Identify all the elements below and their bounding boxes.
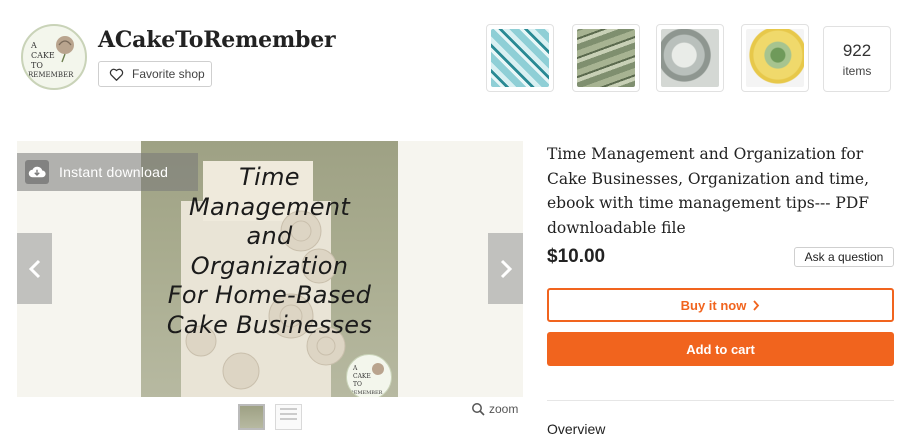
add-to-cart-button[interactable]: Add to cart: [547, 332, 894, 366]
favorite-shop-label: Favorite shop: [132, 67, 205, 81]
badge-text-to: TO: [353, 381, 362, 388]
cover-line-6: Cake Businesses: [166, 310, 373, 339]
badge-text-remember: REMEMBER: [350, 390, 383, 396]
items-count-number: 922: [842, 41, 872, 60]
overview-section-toggle[interactable]: Overview: [547, 421, 605, 437]
cloud-download-icon: [25, 160, 49, 184]
cover-line-3: and: [246, 222, 293, 250]
listing-price: $10.00: [547, 246, 606, 267]
featured-item-thumb-3[interactable]: [656, 24, 724, 92]
gallery-thumb-1[interactable]: [238, 404, 265, 430]
chevron-right-icon: [500, 259, 512, 278]
money-print-thumbnail: [577, 29, 635, 87]
buy-it-now-label: Buy it now: [680, 297, 747, 313]
chevron-left-icon: [28, 259, 40, 278]
logo-text-cake: CAKE: [31, 51, 55, 60]
cover-shop-badge: A CAKE TO REMEMBER: [346, 354, 392, 397]
cover-line-4: Organization: [190, 251, 349, 280]
featured-item-thumb-1[interactable]: [486, 24, 554, 92]
logo-text-a: A: [30, 41, 37, 50]
shop-logo[interactable]: A CAKE TO REMEMBER: [21, 24, 87, 90]
logo-text-to: TO: [31, 61, 43, 70]
featured-item-thumb-2[interactable]: [572, 24, 640, 92]
previous-image-button[interactable]: [17, 233, 52, 304]
zoom-button[interactable]: zoom: [471, 402, 518, 416]
listing-image-gallery[interactable]: Time Management and Organization For Hom…: [17, 141, 523, 397]
items-count-label: items: [842, 64, 872, 78]
gallery-thumbnails: [238, 404, 302, 430]
next-image-button[interactable]: [488, 233, 523, 304]
badge-text-cake: CAKE: [353, 373, 371, 380]
crystal-decoration-thumbnail: [661, 29, 719, 87]
ask-question-button[interactable]: Ask a question: [794, 247, 894, 267]
listing-title: Time Management and Organization for Cak…: [547, 145, 870, 237]
chevron-right-icon: [753, 299, 760, 311]
zoom-label: zoom: [489, 402, 519, 416]
section-divider: [547, 400, 894, 401]
cover-line-2: Management: [188, 192, 351, 221]
buy-it-now-button[interactable]: Buy it now: [547, 288, 894, 322]
butterfly-decoration-thumbnail: [491, 29, 549, 87]
shop-name-link[interactable]: ACakeToRemember: [98, 27, 336, 53]
cover-line-5: For Home-Based: [167, 281, 372, 309]
shop-items-count[interactable]: 922 items: [823, 26, 891, 92]
instant-download-badge: Instant download: [17, 153, 198, 191]
logo-text-remember: REMEMBER: [28, 71, 74, 79]
heart-icon: [109, 68, 124, 81]
succulent-mold-thumbnail: [746, 29, 804, 87]
featured-item-thumb-4[interactable]: [741, 24, 809, 92]
gallery-thumb-2[interactable]: [275, 404, 302, 430]
favorite-shop-button[interactable]: Favorite shop: [98, 61, 212, 87]
instant-download-label: Instant download: [59, 164, 169, 180]
badge-text-a: A: [352, 365, 358, 372]
magnifier-icon: [472, 403, 485, 416]
